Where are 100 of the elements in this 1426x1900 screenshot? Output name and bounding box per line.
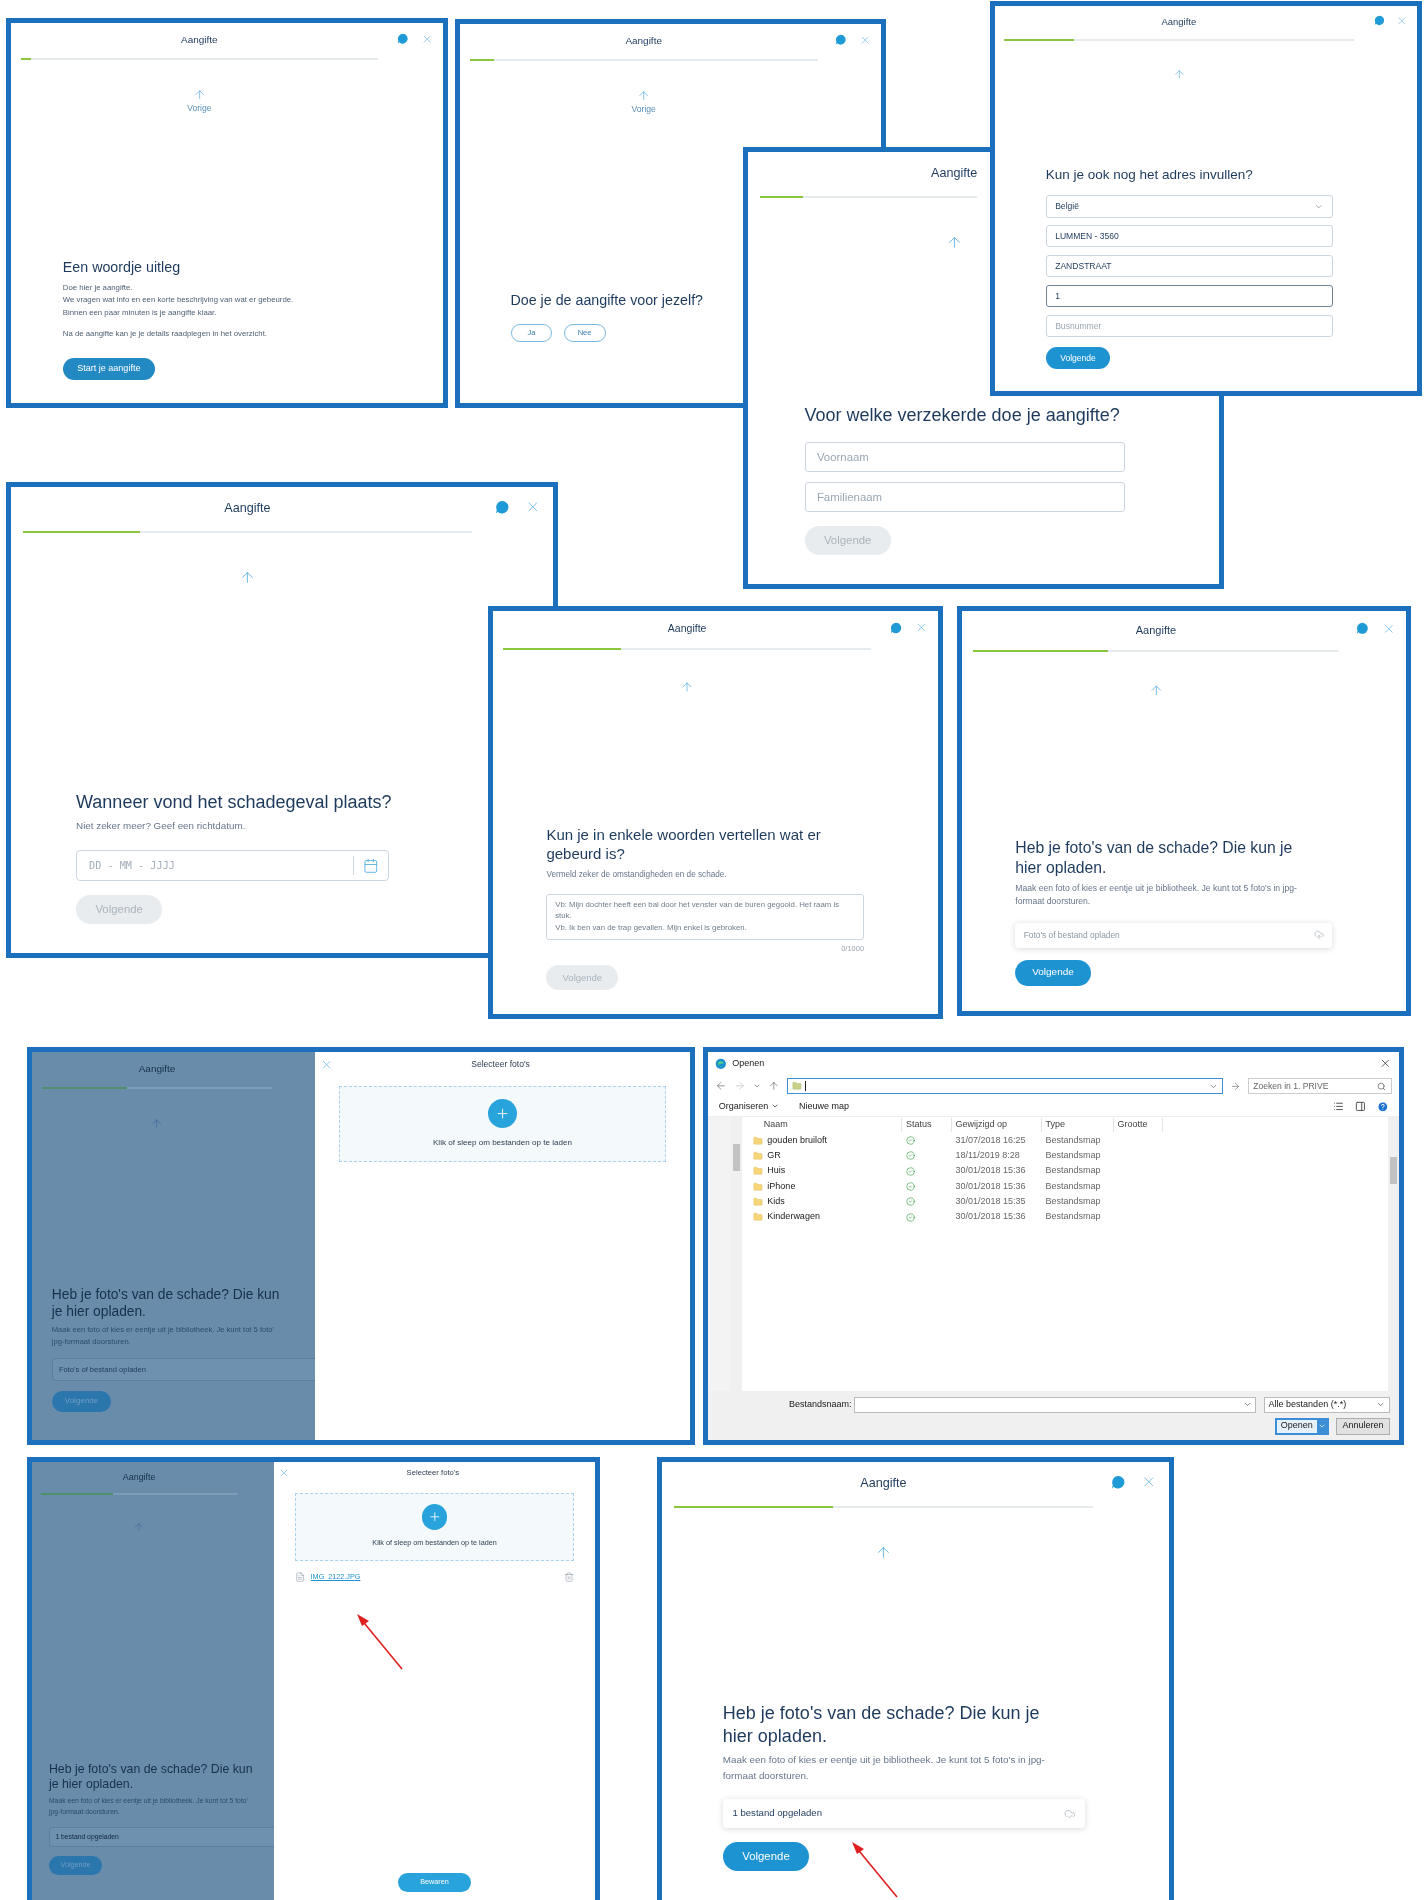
back-arrow-icon[interactable] bbox=[1172, 68, 1186, 81]
add-icon bbox=[488, 1099, 517, 1128]
preview-pane-icon[interactable] bbox=[1354, 1100, 1366, 1112]
filename-field[interactable] bbox=[854, 1396, 1256, 1413]
cloud-check-icon bbox=[1063, 1807, 1076, 1820]
file-row[interactable]: iPhone 30/01/2018 15:36 Bestandsmap bbox=[749, 1178, 1389, 1195]
filename-label: Bestandsnaam: bbox=[789, 1398, 852, 1412]
close-icon[interactable] bbox=[1379, 1057, 1392, 1070]
synced-icon bbox=[905, 1136, 915, 1146]
synced-icon bbox=[905, 1151, 915, 1161]
modified-date: 30/01/2018 15:36 bbox=[955, 1211, 1026, 1222]
chat-icon[interactable] bbox=[890, 621, 902, 634]
scrollbar[interactable] bbox=[1388, 1116, 1399, 1392]
chat-icon[interactable] bbox=[1111, 1474, 1126, 1489]
back-arrow-icon[interactable] bbox=[875, 1544, 892, 1561]
chat-icon[interactable] bbox=[495, 499, 510, 514]
caret-icon bbox=[771, 1102, 780, 1111]
back-link[interactable]: Vorige bbox=[187, 101, 212, 115]
drawer-title: Selecteer foto's bbox=[470, 1057, 531, 1071]
up-icon[interactable] bbox=[768, 1080, 780, 1093]
question-hint: Maak een foto of kies er eentje uit je bibliotheek. Je kunt tot 5 foto's in jpg-formaat doorsturen. bbox=[1015, 881, 1298, 909]
back-icon[interactable] bbox=[715, 1080, 727, 1093]
synced-icon bbox=[905, 1166, 915, 1176]
column-header[interactable]: Type bbox=[1041, 1118, 1114, 1132]
upload-field[interactable]: 1 bestand opgeladen bbox=[722, 1799, 1085, 1828]
file-name: gouden bruiloft bbox=[767, 1133, 827, 1147]
file-row[interactable]: Kinderwagen 30/01/2018 15:36 Bestandsmap bbox=[749, 1209, 1389, 1225]
browser-logo bbox=[715, 1057, 727, 1070]
trash-icon[interactable] bbox=[563, 1571, 574, 1583]
file-row[interactable]: Huis 30/01/2018 15:36 Bestandsmap bbox=[749, 1163, 1389, 1179]
column-header[interactable]: Grootte bbox=[1113, 1118, 1164, 1132]
back-arrow-icon[interactable] bbox=[637, 89, 651, 103]
text-field[interactable]: Voornaam bbox=[804, 442, 1125, 473]
column-header[interactable]: Naam bbox=[749, 1118, 903, 1132]
back-arrow-icon[interactable] bbox=[192, 88, 206, 102]
file-type: Bestandsmap bbox=[1045, 1165, 1101, 1176]
question-heading: Heb je foto's van de schade? Die kun je hier opladen. bbox=[51, 1285, 281, 1321]
question-heading: Kun je ook nog het adres invullen? bbox=[1045, 166, 1254, 184]
window-title: Aangifte bbox=[931, 165, 978, 182]
question-heading: Een woordje uitleg bbox=[62, 258, 182, 277]
toolbar-button[interactable]: Organiseren bbox=[718, 1099, 780, 1114]
file-type: Bestandsmap bbox=[1045, 1211, 1101, 1222]
view-options-icon[interactable] bbox=[1333, 1100, 1345, 1112]
folder-icon bbox=[791, 1081, 802, 1092]
recent-caret-icon[interactable] bbox=[752, 1082, 762, 1091]
forward-icon[interactable] bbox=[734, 1080, 746, 1093]
file-name: GR bbox=[767, 1149, 781, 1163]
date-field[interactable]: DD - MM - JJJJ bbox=[76, 849, 390, 881]
file-row[interactable]: GR 18/11/2019 8:28 Bestandsmap bbox=[749, 1148, 1389, 1164]
file-name: Kinderwagen bbox=[767, 1210, 820, 1224]
folder-icon bbox=[752, 1196, 763, 1207]
file-type: Bestandsmap bbox=[1045, 1150, 1101, 1161]
column-header[interactable]: Status bbox=[902, 1118, 952, 1132]
text-field[interactable]: LUMMEN - 3560 bbox=[1045, 225, 1333, 248]
folder-icon bbox=[752, 1135, 763, 1146]
back-arrow-icon[interactable] bbox=[150, 1117, 164, 1131]
chat-icon[interactable] bbox=[1355, 622, 1369, 635]
go-icon[interactable] bbox=[1229, 1080, 1241, 1092]
dialog-title: Openen bbox=[732, 1056, 765, 1070]
text-field[interactable]: ZANDSTRAAT bbox=[1045, 255, 1333, 278]
start-button[interactable]: Start je aangifte bbox=[62, 357, 155, 381]
file-row[interactable]: gouden bruiloft 31/07/2018 16:25 Bestandsmap bbox=[749, 1132, 1389, 1149]
toolbar-button[interactable]: Nieuwe map bbox=[798, 1099, 849, 1114]
question-heading: Voor welke verzekerde doe je aangifte? bbox=[804, 404, 1121, 427]
modified-date: 18/11/2019 8:28 bbox=[955, 1150, 1020, 1161]
dropzone[interactable]: Klik of sleep om bestanden op te laden bbox=[338, 1086, 667, 1163]
search-field[interactable]: Zoeken in 1. PRIVE bbox=[1247, 1078, 1392, 1095]
text-field[interactable]: Busnummer bbox=[1045, 314, 1333, 337]
window-title: Aangifte bbox=[667, 621, 707, 636]
modified-date: 30/01/2018 15:36 bbox=[955, 1180, 1026, 1191]
synced-icon bbox=[905, 1212, 915, 1222]
chat-icon[interactable] bbox=[835, 33, 847, 46]
folder-icon bbox=[752, 1212, 763, 1223]
help-icon[interactable] bbox=[1376, 1100, 1389, 1113]
chat-icon[interactable] bbox=[1373, 15, 1385, 27]
text-field[interactable]: Familienaam bbox=[804, 482, 1125, 512]
cloud-upload-icon bbox=[1313, 930, 1324, 941]
file-name: Huis bbox=[767, 1164, 786, 1178]
back-link[interactable]: Vorige bbox=[631, 102, 656, 116]
modified-date: 31/07/2018 16:25 bbox=[955, 1134, 1026, 1145]
back-arrow-icon[interactable] bbox=[133, 1520, 146, 1533]
window-title: Aangifte bbox=[122, 1470, 156, 1484]
date-input[interactable]: DD - MM - JJJJ bbox=[89, 857, 343, 873]
text-field[interactable]: 1 bbox=[1045, 284, 1333, 308]
open-button[interactable]: Openen bbox=[1274, 1417, 1329, 1435]
back-arrow-icon[interactable] bbox=[1148, 683, 1164, 698]
chat-icon[interactable] bbox=[397, 32, 409, 45]
search-input[interactable]: Zoeken in 1. PRIVE bbox=[1253, 1079, 1378, 1093]
file-type-select[interactable]: Alle bestanden (*.*) bbox=[1264, 1396, 1390, 1413]
calendar-icon[interactable] bbox=[363, 857, 379, 874]
address-field[interactable] bbox=[787, 1078, 1223, 1095]
file-row[interactable]: Kids 30/01/2018 15:35 Bestandsmap bbox=[749, 1194, 1389, 1210]
file-name: Kids bbox=[767, 1195, 785, 1209]
window-title: Aangifte bbox=[625, 33, 662, 48]
window-title: Aangifte bbox=[138, 1061, 176, 1076]
column-header[interactable]: Gewijzigd op bbox=[951, 1118, 1042, 1132]
synced-icon bbox=[905, 1182, 915, 1191]
cancel-button[interactable]: Annuleren bbox=[1336, 1417, 1390, 1435]
country-select[interactable]: België bbox=[1045, 195, 1333, 218]
question-hint: Niet zeker meer? Geef een richtdatum. bbox=[76, 819, 247, 834]
